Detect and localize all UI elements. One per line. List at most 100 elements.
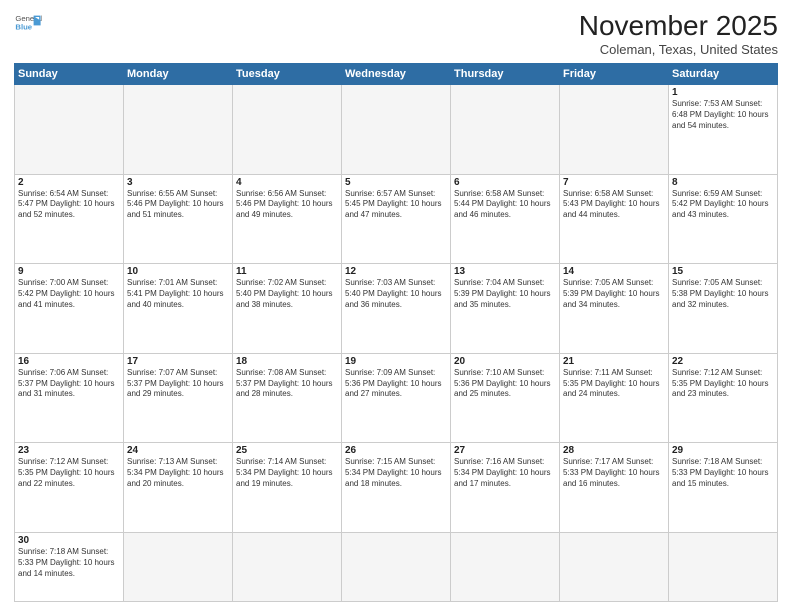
day-info: Sunrise: 6:58 AM Sunset: 5:43 PM Dayligh… [563, 189, 665, 221]
day-number: 2 [18, 177, 120, 188]
calendar-cell: 13Sunrise: 7:04 AM Sunset: 5:39 PM Dayli… [451, 264, 560, 354]
day-number: 24 [127, 445, 229, 456]
calendar-cell: 15Sunrise: 7:05 AM Sunset: 5:38 PM Dayli… [669, 264, 778, 354]
day-info: Sunrise: 7:01 AM Sunset: 5:41 PM Dayligh… [127, 278, 229, 310]
calendar-cell [124, 85, 233, 175]
calendar-cell: 29Sunrise: 7:18 AM Sunset: 5:33 PM Dayli… [669, 443, 778, 533]
logo: General Blue [14, 10, 42, 38]
day-number: 20 [454, 356, 556, 367]
calendar-cell: 27Sunrise: 7:16 AM Sunset: 5:34 PM Dayli… [451, 443, 560, 533]
calendar-cell [560, 85, 669, 175]
calendar-cell [15, 85, 124, 175]
calendar-cell [233, 85, 342, 175]
column-header-friday: Friday [560, 64, 669, 85]
calendar-cell [451, 85, 560, 175]
day-number: 27 [454, 445, 556, 456]
day-number: 9 [18, 266, 120, 277]
day-info: Sunrise: 6:58 AM Sunset: 5:44 PM Dayligh… [454, 189, 556, 221]
day-info: Sunrise: 7:18 AM Sunset: 5:33 PM Dayligh… [18, 547, 120, 579]
calendar-cell: 28Sunrise: 7:17 AM Sunset: 5:33 PM Dayli… [560, 443, 669, 533]
day-info: Sunrise: 6:55 AM Sunset: 5:46 PM Dayligh… [127, 189, 229, 221]
day-number: 18 [236, 356, 338, 367]
day-number: 21 [563, 356, 665, 367]
calendar-cell [342, 533, 451, 602]
column-header-tuesday: Tuesday [233, 64, 342, 85]
calendar-cell: 14Sunrise: 7:05 AM Sunset: 5:39 PM Dayli… [560, 264, 669, 354]
svg-text:Blue: Blue [15, 23, 32, 32]
calendar-cell [669, 533, 778, 602]
day-info: Sunrise: 7:12 AM Sunset: 5:35 PM Dayligh… [672, 368, 774, 400]
calendar-cell: 4Sunrise: 6:56 AM Sunset: 5:46 PM Daylig… [233, 174, 342, 264]
day-info: Sunrise: 7:16 AM Sunset: 5:34 PM Dayligh… [454, 457, 556, 489]
day-info: Sunrise: 7:15 AM Sunset: 5:34 PM Dayligh… [345, 457, 447, 489]
calendar-cell: 24Sunrise: 7:13 AM Sunset: 5:34 PM Dayli… [124, 443, 233, 533]
day-info: Sunrise: 7:02 AM Sunset: 5:40 PM Dayligh… [236, 278, 338, 310]
day-info: Sunrise: 7:05 AM Sunset: 5:39 PM Dayligh… [563, 278, 665, 310]
day-info: Sunrise: 7:12 AM Sunset: 5:35 PM Dayligh… [18, 457, 120, 489]
calendar-cell: 10Sunrise: 7:01 AM Sunset: 5:41 PM Dayli… [124, 264, 233, 354]
calendar-cell [233, 533, 342, 602]
day-info: Sunrise: 7:13 AM Sunset: 5:34 PM Dayligh… [127, 457, 229, 489]
day-info: Sunrise: 6:57 AM Sunset: 5:45 PM Dayligh… [345, 189, 447, 221]
calendar-cell: 6Sunrise: 6:58 AM Sunset: 5:44 PM Daylig… [451, 174, 560, 264]
calendar-cell: 3Sunrise: 6:55 AM Sunset: 5:46 PM Daylig… [124, 174, 233, 264]
day-info: Sunrise: 7:06 AM Sunset: 5:37 PM Dayligh… [18, 368, 120, 400]
day-info: Sunrise: 7:14 AM Sunset: 5:34 PM Dayligh… [236, 457, 338, 489]
day-number: 29 [672, 445, 774, 456]
column-header-monday: Monday [124, 64, 233, 85]
day-number: 23 [18, 445, 120, 456]
day-number: 16 [18, 356, 120, 367]
day-info: Sunrise: 7:17 AM Sunset: 5:33 PM Dayligh… [563, 457, 665, 489]
day-number: 15 [672, 266, 774, 277]
day-number: 7 [563, 177, 665, 188]
calendar-cell: 8Sunrise: 6:59 AM Sunset: 5:42 PM Daylig… [669, 174, 778, 264]
day-info: Sunrise: 7:03 AM Sunset: 5:40 PM Dayligh… [345, 278, 447, 310]
day-info: Sunrise: 6:56 AM Sunset: 5:46 PM Dayligh… [236, 189, 338, 221]
day-info: Sunrise: 7:05 AM Sunset: 5:38 PM Dayligh… [672, 278, 774, 310]
calendar-cell: 18Sunrise: 7:08 AM Sunset: 5:37 PM Dayli… [233, 353, 342, 443]
day-info: Sunrise: 7:04 AM Sunset: 5:39 PM Dayligh… [454, 278, 556, 310]
calendar-cell: 16Sunrise: 7:06 AM Sunset: 5:37 PM Dayli… [15, 353, 124, 443]
calendar-cell: 5Sunrise: 6:57 AM Sunset: 5:45 PM Daylig… [342, 174, 451, 264]
title-block: November 2025 Coleman, Texas, United Sta… [579, 10, 778, 57]
day-info: Sunrise: 6:54 AM Sunset: 5:47 PM Dayligh… [18, 189, 120, 221]
day-number: 17 [127, 356, 229, 367]
calendar-cell: 30Sunrise: 7:18 AM Sunset: 5:33 PM Dayli… [15, 533, 124, 602]
day-number: 11 [236, 266, 338, 277]
calendar-subtitle: Coleman, Texas, United States [579, 42, 778, 57]
column-header-sunday: Sunday [15, 64, 124, 85]
calendar-cell: 9Sunrise: 7:00 AM Sunset: 5:42 PM Daylig… [15, 264, 124, 354]
calendar-table: SundayMondayTuesdayWednesdayThursdayFrid… [14, 63, 778, 602]
column-header-saturday: Saturday [669, 64, 778, 85]
calendar-cell: 7Sunrise: 6:58 AM Sunset: 5:43 PM Daylig… [560, 174, 669, 264]
day-number: 3 [127, 177, 229, 188]
day-info: Sunrise: 7:08 AM Sunset: 5:37 PM Dayligh… [236, 368, 338, 400]
day-number: 22 [672, 356, 774, 367]
calendar-cell [560, 533, 669, 602]
column-header-thursday: Thursday [451, 64, 560, 85]
generalblue-logo-icon: General Blue [14, 10, 42, 38]
calendar-cell: 26Sunrise: 7:15 AM Sunset: 5:34 PM Dayli… [342, 443, 451, 533]
day-number: 5 [345, 177, 447, 188]
day-info: Sunrise: 7:18 AM Sunset: 5:33 PM Dayligh… [672, 457, 774, 489]
day-info: Sunrise: 7:09 AM Sunset: 5:36 PM Dayligh… [345, 368, 447, 400]
day-info: Sunrise: 7:11 AM Sunset: 5:35 PM Dayligh… [563, 368, 665, 400]
day-number: 12 [345, 266, 447, 277]
day-number: 26 [345, 445, 447, 456]
calendar-cell: 21Sunrise: 7:11 AM Sunset: 5:35 PM Dayli… [560, 353, 669, 443]
day-number: 13 [454, 266, 556, 277]
day-number: 28 [563, 445, 665, 456]
day-info: Sunrise: 7:07 AM Sunset: 5:37 PM Dayligh… [127, 368, 229, 400]
calendar-cell: 19Sunrise: 7:09 AM Sunset: 5:36 PM Dayli… [342, 353, 451, 443]
calendar-cell: 25Sunrise: 7:14 AM Sunset: 5:34 PM Dayli… [233, 443, 342, 533]
page-header: General Blue November 2025 Coleman, Texa… [14, 10, 778, 57]
day-number: 30 [18, 535, 120, 546]
day-number: 8 [672, 177, 774, 188]
day-number: 1 [672, 87, 774, 98]
day-number: 10 [127, 266, 229, 277]
calendar-cell: 22Sunrise: 7:12 AM Sunset: 5:35 PM Dayli… [669, 353, 778, 443]
calendar-cell: 2Sunrise: 6:54 AM Sunset: 5:47 PM Daylig… [15, 174, 124, 264]
calendar-cell [342, 85, 451, 175]
calendar-cell: 1Sunrise: 7:53 AM Sunset: 6:48 PM Daylig… [669, 85, 778, 175]
day-info: Sunrise: 6:59 AM Sunset: 5:42 PM Dayligh… [672, 189, 774, 221]
